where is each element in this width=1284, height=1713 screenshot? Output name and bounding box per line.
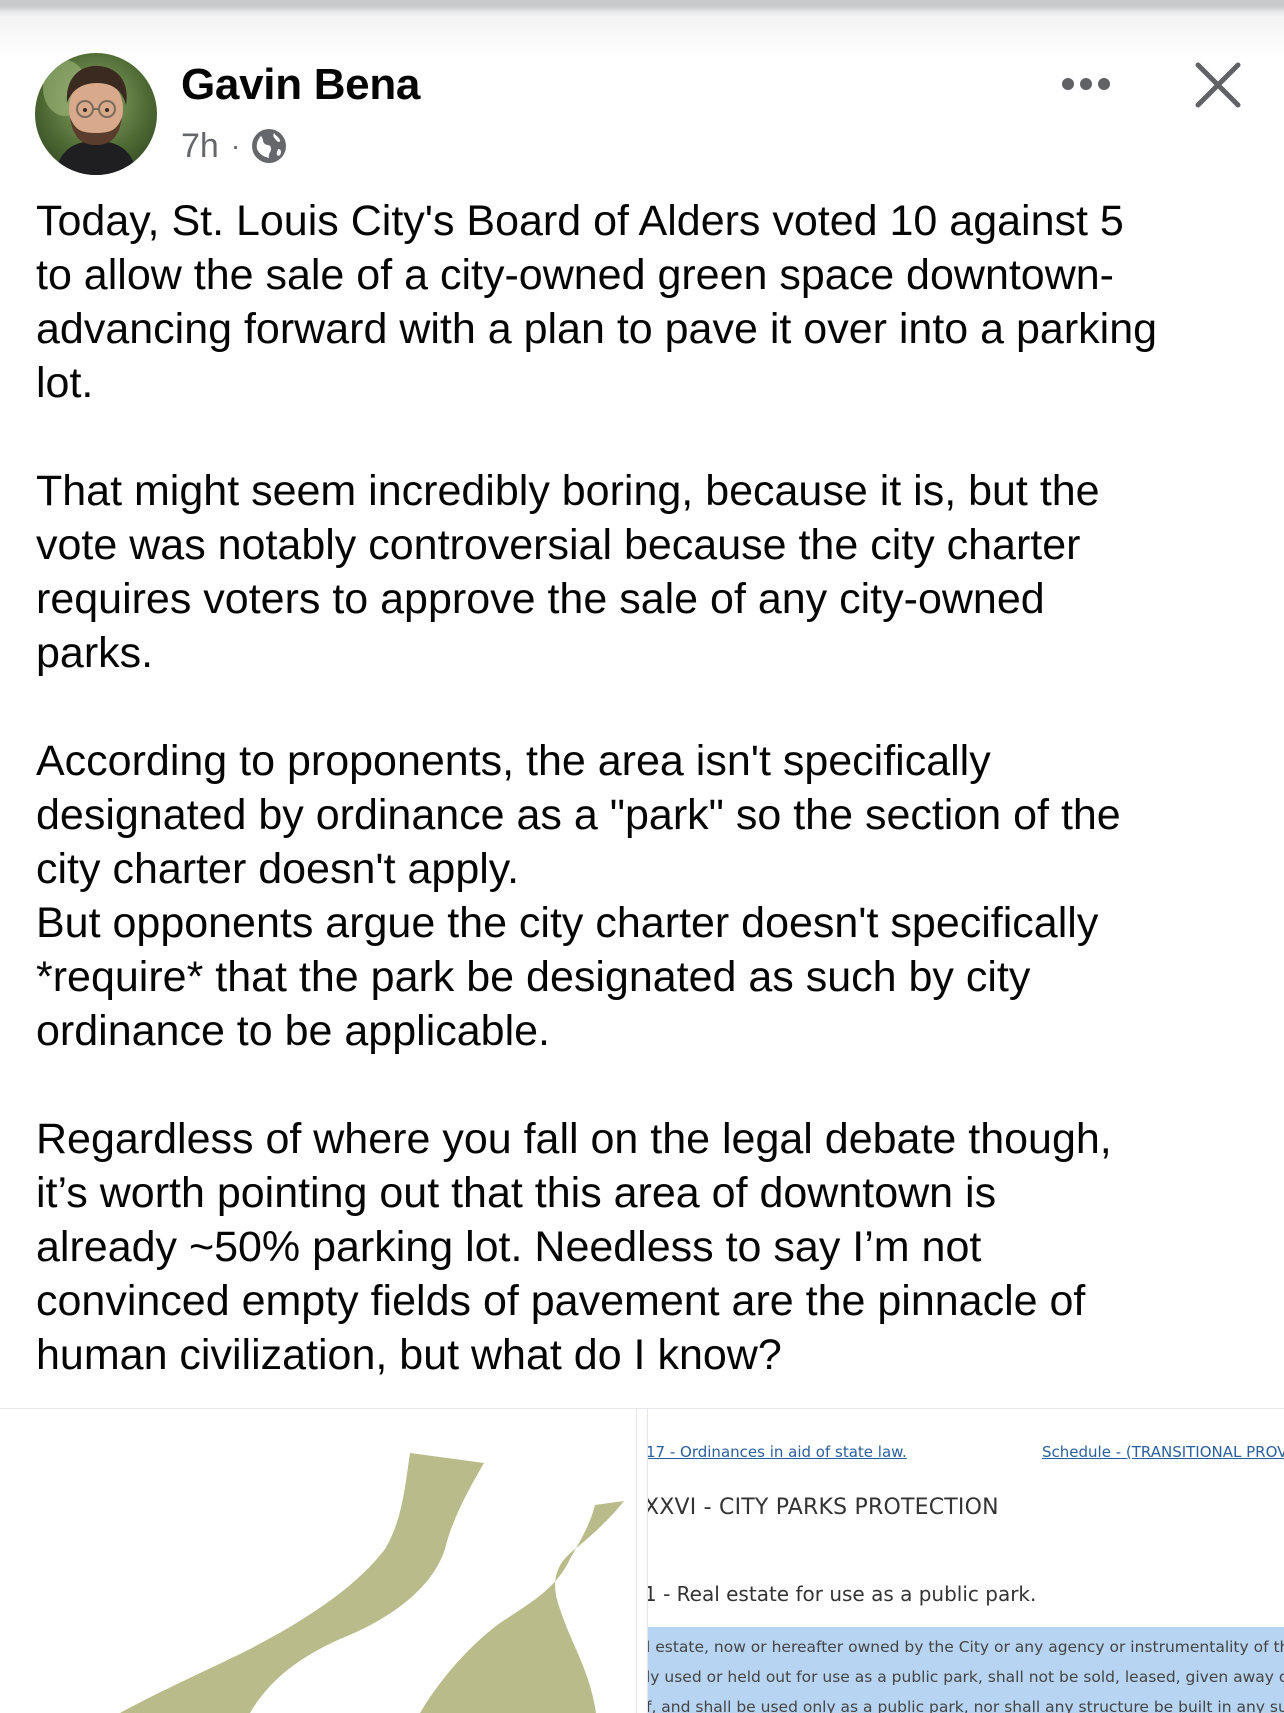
post-timestamp[interactable]: 7h <box>181 127 219 166</box>
doc-line: f, and shall be used only as a public pa… <box>648 1698 1284 1713</box>
media-divider <box>636 1409 648 1713</box>
more-options-button[interactable] <box>1055 62 1117 106</box>
header-background <box>0 18 1284 58</box>
globe-icon[interactable] <box>250 127 288 165</box>
post-media[interactable]: 17 - Ordinances in aid of state law. Sch… <box>0 1408 1284 1713</box>
post-meta: 7h · <box>181 124 288 168</box>
avatar[interactable] <box>35 53 157 175</box>
charter-document-image[interactable]: 17 - Ordinances in aid of state law. Sch… <box>648 1409 1284 1713</box>
window-top-bar <box>0 0 1284 18</box>
park-shape-right <box>420 1501 624 1713</box>
map-image[interactable] <box>0 1409 636 1713</box>
more-horizontal-icon <box>1080 78 1092 90</box>
meta-separator: · <box>230 130 241 161</box>
doc-link-schedule[interactable]: Schedule - (TRANSITIONAL PROV <box>1042 1443 1284 1461</box>
post-body-text: Today, St. Louis City's Board of Alders … <box>36 197 1158 1379</box>
author-name[interactable]: Gavin Bena <box>181 60 420 110</box>
doc-line: l estate, now or hereafter owned by the … <box>648 1638 1284 1656</box>
doc-heading: XXVI - CITY PARKS PROTECTION <box>648 1495 999 1520</box>
doc-line: ly used or held out for use as a public … <box>648 1668 1284 1686</box>
park-shape-left <box>120 1453 484 1713</box>
more-horizontal-icon <box>1062 78 1074 90</box>
doc-link-ordinances[interactable]: 17 - Ordinances in aid of state law. <box>648 1443 907 1461</box>
close-icon[interactable] <box>1188 55 1248 115</box>
doc-section-title: 1 - Real estate for use as a public park… <box>648 1582 1037 1606</box>
more-horizontal-icon <box>1098 78 1110 90</box>
